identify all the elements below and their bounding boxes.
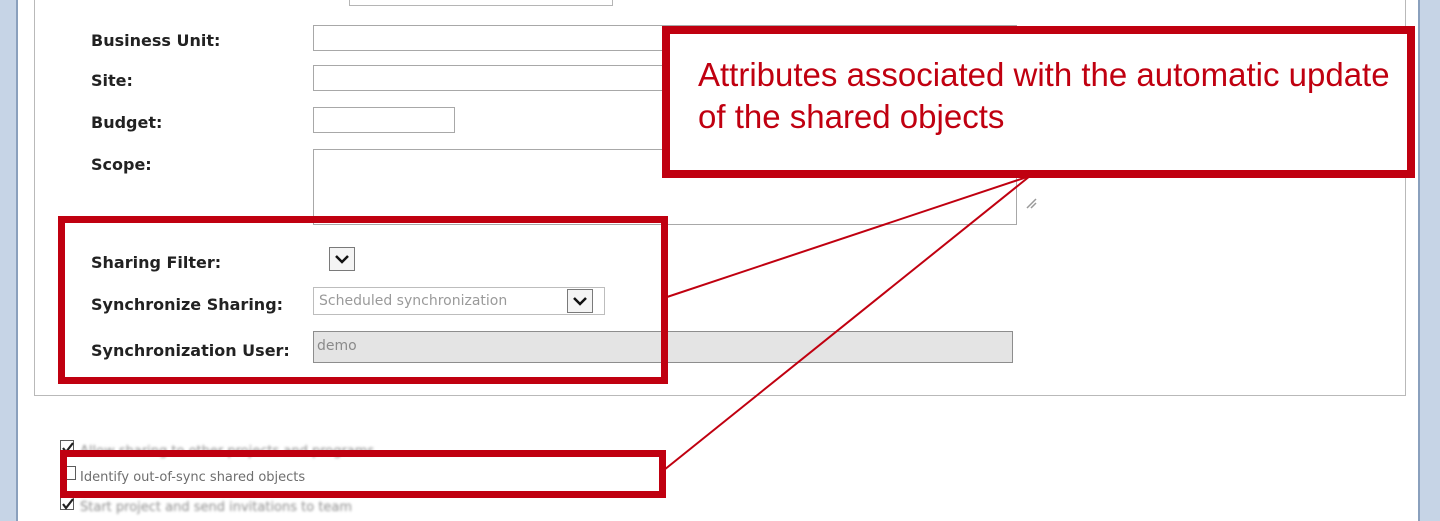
resize-grip-icon[interactable] — [1025, 197, 1037, 209]
callout-text: Attributes associated with the automatic… — [698, 56, 1390, 135]
site-label: Site: — [91, 71, 133, 90]
scope-label: Scope: — [91, 155, 152, 174]
budget-label: Budget: — [91, 113, 163, 132]
sync-settings-highlight-box — [58, 216, 668, 384]
annotation-callout: Attributes associated with the automatic… — [662, 26, 1415, 178]
window-frame-left — [0, 0, 18, 521]
out-of-sync-highlight-box — [60, 450, 666, 498]
budget-field[interactable] — [313, 107, 455, 133]
checkmark-icon — [62, 498, 74, 510]
window-frame-right — [1418, 0, 1440, 521]
partial-field-top[interactable] — [349, 0, 613, 6]
start-project-label: Start project and send invitations to te… — [80, 500, 353, 515]
business-unit-label: Business Unit: — [91, 31, 221, 50]
start-project-checkbox[interactable] — [60, 496, 74, 510]
